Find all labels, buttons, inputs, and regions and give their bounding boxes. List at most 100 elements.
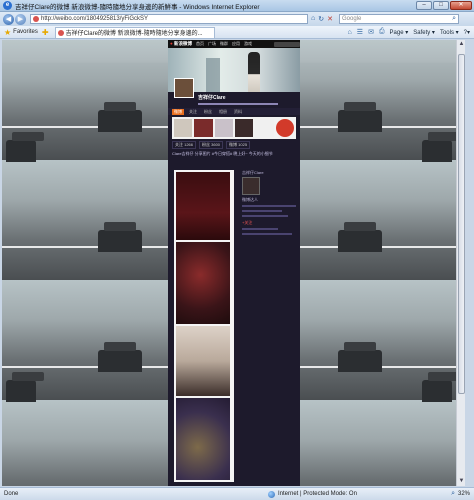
zone-text: Internet | Protected Mode: On [278,491,357,497]
follow-link[interactable]: +关注 [242,220,296,225]
safety-menu[interactable]: Safety ▾ [413,29,435,36]
weibo-nav-item[interactable]: 微群 [220,41,228,47]
stat-fans[interactable]: 粉丝 3600 [199,141,224,149]
ie-logo-icon: e [3,1,12,10]
tools-menu[interactable]: Tools ▾ [440,29,459,36]
home-icon[interactable]: ⌂ [348,29,352,36]
weibo-topbar: ● 新浪微博 首页 广场 微群 应用 游戏 [168,40,300,48]
help-menu[interactable]: ?▾ [464,29,470,36]
command-bar: ★ Favorites ✚ 吉祥仔Clare的微博 新浪微博-隨時隨地分享身邊的… [0,26,474,39]
photo-thumb[interactable] [194,119,213,137]
print-icon[interactable]: ⎙ [379,28,385,36]
post-image-feed [174,170,234,482]
stat-posts[interactable]: 微博 1025 [226,141,251,149]
favorites-button[interactable]: ★ Favorites [4,28,38,37]
feeds-icon[interactable]: ☰ [357,28,363,36]
sidebar-avatar[interactable] [242,177,260,195]
background-chair [98,222,142,252]
search-input[interactable]: Google ⌕ [338,14,459,24]
profile-intro [198,103,278,105]
vertical-scrollbar[interactable]: ▲ ▼ [456,40,465,486]
tab-info[interactable]: 资料 [232,109,244,115]
divider [242,210,282,212]
weibo-page: ● 新浪微博 首页 广场 微群 应用 游戏 吉祥仔Clare 微博 关注 粉丝 … [168,40,300,486]
stat-follow[interactable]: 关注 1266 [172,141,197,149]
tab-album[interactable]: 相册 [217,109,229,115]
tab-fans[interactable]: 粉丝 [202,109,214,115]
weibo-nav-item[interactable]: 首页 [196,41,204,47]
cover-figure [206,58,220,92]
status-text: Done [4,491,19,497]
status-bar: Done Internet | Protected Mode: On ⌕ 32% [0,487,474,500]
cover-figure [248,52,260,92]
compatibility-icon[interactable]: ⌂ [311,15,315,23]
url-field[interactable]: http://weibo.com/1804925813/yFiGckSY [30,14,308,24]
stop-icon[interactable]: ✕ [327,15,333,23]
photo-thumb[interactable] [255,119,274,137]
close-button[interactable]: ✕ [450,1,472,10]
divider [242,233,292,235]
post-image[interactable] [176,326,230,396]
mail-icon[interactable]: ✉ [368,28,374,36]
background-chair [6,132,44,162]
divider [242,215,288,217]
post-image[interactable] [176,172,230,240]
refresh-icon[interactable]: ↻ [318,15,324,23]
background-chair [6,372,44,402]
zoom-control[interactable]: ⌕ 32% [451,490,470,498]
back-button[interactable]: ◀ [3,13,14,25]
scroll-up-icon[interactable]: ▲ [457,40,465,49]
tab-weibo[interactable]: 微博 [172,108,184,115]
security-zone: Internet | Protected Mode: On [268,490,357,498]
add-favorite-icon[interactable]: ✚ [42,28,49,37]
sidebar-title: 吉祥仔Clare [242,170,264,175]
photo-thumb[interactable] [214,119,233,137]
command-buttons: ⌂ ☰ ✉ ⎙ Page ▾ Safety ▾ Tools ▾ ?▾ [348,28,470,36]
star-icon: ★ [4,27,12,37]
window-titlebar: e 吉祥仔Clare的微博 新浪微博-隨時隨地分享身邊的新鮮事 - Window… [0,0,474,12]
scrollbar-thumb[interactable] [458,54,465,394]
profile-cover-image [168,48,300,98]
favorites-label: Favorites [13,29,38,35]
avatar[interactable] [174,78,194,98]
window-controls: – □ ✕ [416,1,472,10]
weibo-logo[interactable]: ● 新浪微博 [170,41,192,47]
globe-icon [268,490,275,498]
weibo-nav-item[interactable]: 广场 [208,41,216,47]
scroll-down-icon[interactable]: ▼ [457,477,465,486]
page-menu[interactable]: Page ▾ [390,29,409,36]
weibo-nav-item[interactable]: 应用 [232,41,240,47]
post-image[interactable] [176,242,230,324]
profile-tabs: 微博 关注 粉丝 相册 资料 [168,108,300,115]
zoom-level: 32% [457,491,470,497]
tab-follow[interactable]: 关注 [187,109,199,115]
sidebar-label: 微博达人 [242,197,258,202]
weibo-nav-item[interactable]: 游戏 [244,41,252,47]
post-text: Clare吉祥仔 分享图片 #今日穿搭# 晚上好~ 今天的小细节 [172,151,273,156]
site-favicon-icon [33,16,39,22]
post-image[interactable] [176,398,230,480]
background-chair [338,102,382,132]
zoom-icon[interactable]: ⌕ [451,490,455,498]
forward-button[interactable]: ▶ [15,13,26,25]
search-placeholder: Google [341,16,362,22]
browser-tab[interactable]: 吉祥仔Clare的微博 新浪微博-隨時隨地分享身邊的... [54,26,215,38]
minimize-button[interactable]: – [416,1,432,10]
photo-thumb[interactable] [275,119,294,137]
photo-thumb[interactable] [234,119,254,137]
tab-title: 吉祥仔Clare的微博 新浪微博-隨時隨地分享身邊的... [65,31,203,37]
weibo-search-input[interactable] [274,41,300,47]
background-chair [338,222,382,252]
background-chair [338,342,382,372]
photo-thumb[interactable] [174,119,193,137]
search-icon[interactable]: ⌕ [452,15,456,23]
page-viewport: ● 新浪微博 首页 广场 微群 应用 游戏 吉祥仔Clare 微博 关注 粉丝 … [2,40,465,486]
maximize-button[interactable]: □ [433,1,449,10]
url-actions: ⌂ ↻ ✕ [311,15,333,23]
profile-name: 吉祥仔Clare [198,95,226,101]
url-text: http://weibo.com/1804925813/yFiGckSY [41,16,149,22]
divider [242,228,278,230]
background-chair [422,372,460,402]
background-chair [422,132,460,162]
divider [242,205,296,207]
